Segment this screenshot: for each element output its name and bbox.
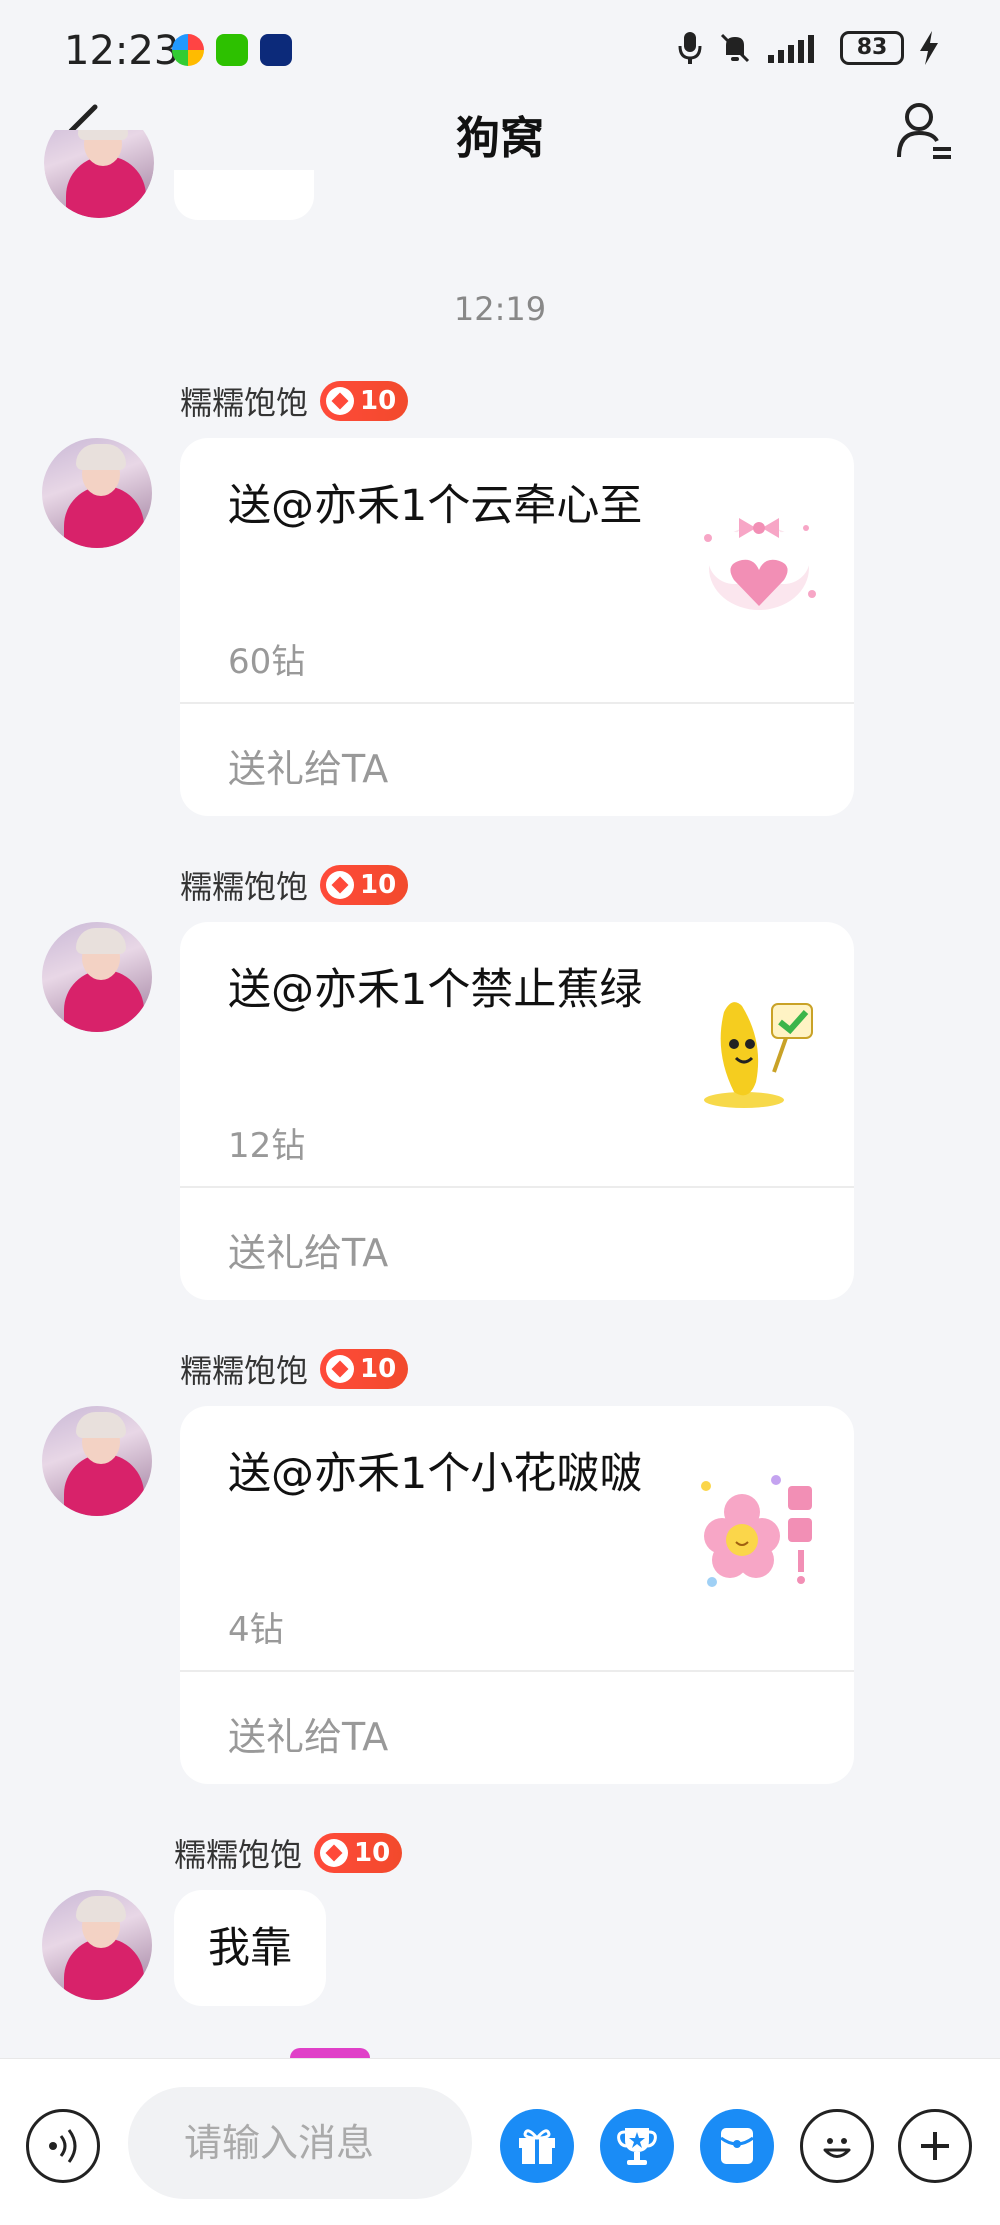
gift-message-text: 送@亦禾1个禁止蕉绿 — [228, 965, 643, 1015]
wechat-icon — [216, 34, 248, 66]
gift-button[interactable] — [500, 2109, 574, 2183]
gift-message-card[interactable]: 送@亦禾1个禁止蕉绿 12钻 送礼给TA — [180, 922, 854, 1300]
message-timestamp: 12:19 — [453, 290, 547, 328]
voice-wave-icon — [49, 2129, 77, 2163]
mute-bell-icon — [720, 33, 750, 63]
gift-price: 60钻 — [228, 642, 306, 682]
notification-icons — [172, 34, 292, 66]
user-list-icon — [897, 103, 951, 159]
plus-icon — [921, 2132, 949, 2160]
charging-icon — [920, 31, 938, 65]
battery-indicator: 83 — [840, 31, 904, 65]
sender-name: 糯糯饱饱 — [174, 1836, 303, 1874]
divider — [180, 1186, 854, 1188]
sender-row: 糯糯饱饱 10 — [180, 378, 409, 424]
text-message-bubble[interactable]: 我靠 — [174, 1890, 327, 2006]
more-button[interactable] — [898, 2109, 972, 2183]
avatar-image — [44, 130, 154, 218]
send-gift-link[interactable]: 送礼给TA — [228, 738, 388, 793]
send-gift-link[interactable]: 送礼给TA — [228, 1706, 388, 1761]
diamond-icon — [320, 1839, 349, 1867]
status-bar: 12:23 83 — [0, 0, 1000, 100]
avatar[interactable] — [44, 130, 154, 218]
level-badge: 10 — [320, 865, 409, 905]
level-badge: 10 — [314, 1833, 403, 1873]
sender-name: 糯糯饱饱 — [180, 1352, 309, 1390]
gift-price: 12钻 — [228, 1126, 306, 1166]
gift-message-text: 送@亦禾1个云牵心至 — [228, 481, 643, 531]
gift-icon — [519, 2129, 555, 2164]
voice-button[interactable] — [26, 2109, 100, 2183]
app-notification-icon — [172, 34, 204, 66]
diamond-icon — [326, 871, 355, 899]
sender-row: 糯糯饱饱 10 — [180, 862, 409, 908]
sender-name: 糯糯饱饱 — [180, 868, 309, 906]
send-gift-link[interactable]: 送礼给TA — [228, 1222, 388, 1277]
signal-icon — [768, 35, 814, 63]
avatar[interactable] — [42, 438, 152, 548]
emoji-button[interactable] — [800, 2109, 874, 2183]
avatar[interactable] — [42, 922, 152, 1032]
group-members-button[interactable] — [890, 96, 960, 166]
diamond-icon — [326, 387, 355, 415]
smiley-icon — [823, 2138, 851, 2158]
gift-message-card[interactable]: 送@亦禾1个小花啵啵 4钻 送礼给TA — [180, 1406, 854, 1784]
rank-button[interactable] — [600, 2109, 674, 2183]
sender-row: 糯糯饱饱 10 — [180, 1346, 409, 1392]
message-bubble — [174, 170, 314, 220]
microphone-icon — [678, 32, 702, 64]
message-input[interactable] — [128, 2087, 472, 2199]
gift-message-text: 送@亦禾1个小花啵啵 — [228, 1449, 643, 1499]
status-time: 12:23 — [64, 28, 180, 74]
qq-icon — [260, 34, 292, 66]
diamond-icon — [326, 1355, 355, 1383]
divider — [180, 702, 854, 704]
gift-message-card[interactable]: 送@亦禾1个云牵心至 60钻 送礼给TA — [180, 438, 854, 816]
red-packet-icon — [720, 2128, 754, 2164]
input-bar — [0, 2058, 1000, 2225]
divider — [180, 1670, 854, 1672]
cloud-heart-icon — [704, 518, 816, 610]
system-icons: 83 — [678, 30, 938, 66]
avatar[interactable] — [42, 1406, 152, 1516]
level-badge: 10 — [320, 1349, 409, 1389]
avatar[interactable] — [42, 1890, 152, 2000]
red-packet-button[interactable] — [700, 2109, 774, 2183]
trophy-icon — [617, 2128, 657, 2165]
gift-price: 4钻 — [228, 1610, 284, 1650]
level-badge: 10 — [320, 381, 409, 421]
banana-icon — [704, 1002, 813, 1108]
flower-icon — [701, 1475, 812, 1587]
sender-row: 糯糯饱饱 10 — [174, 1830, 403, 1876]
sender-name: 糯糯饱饱 — [180, 384, 309, 422]
